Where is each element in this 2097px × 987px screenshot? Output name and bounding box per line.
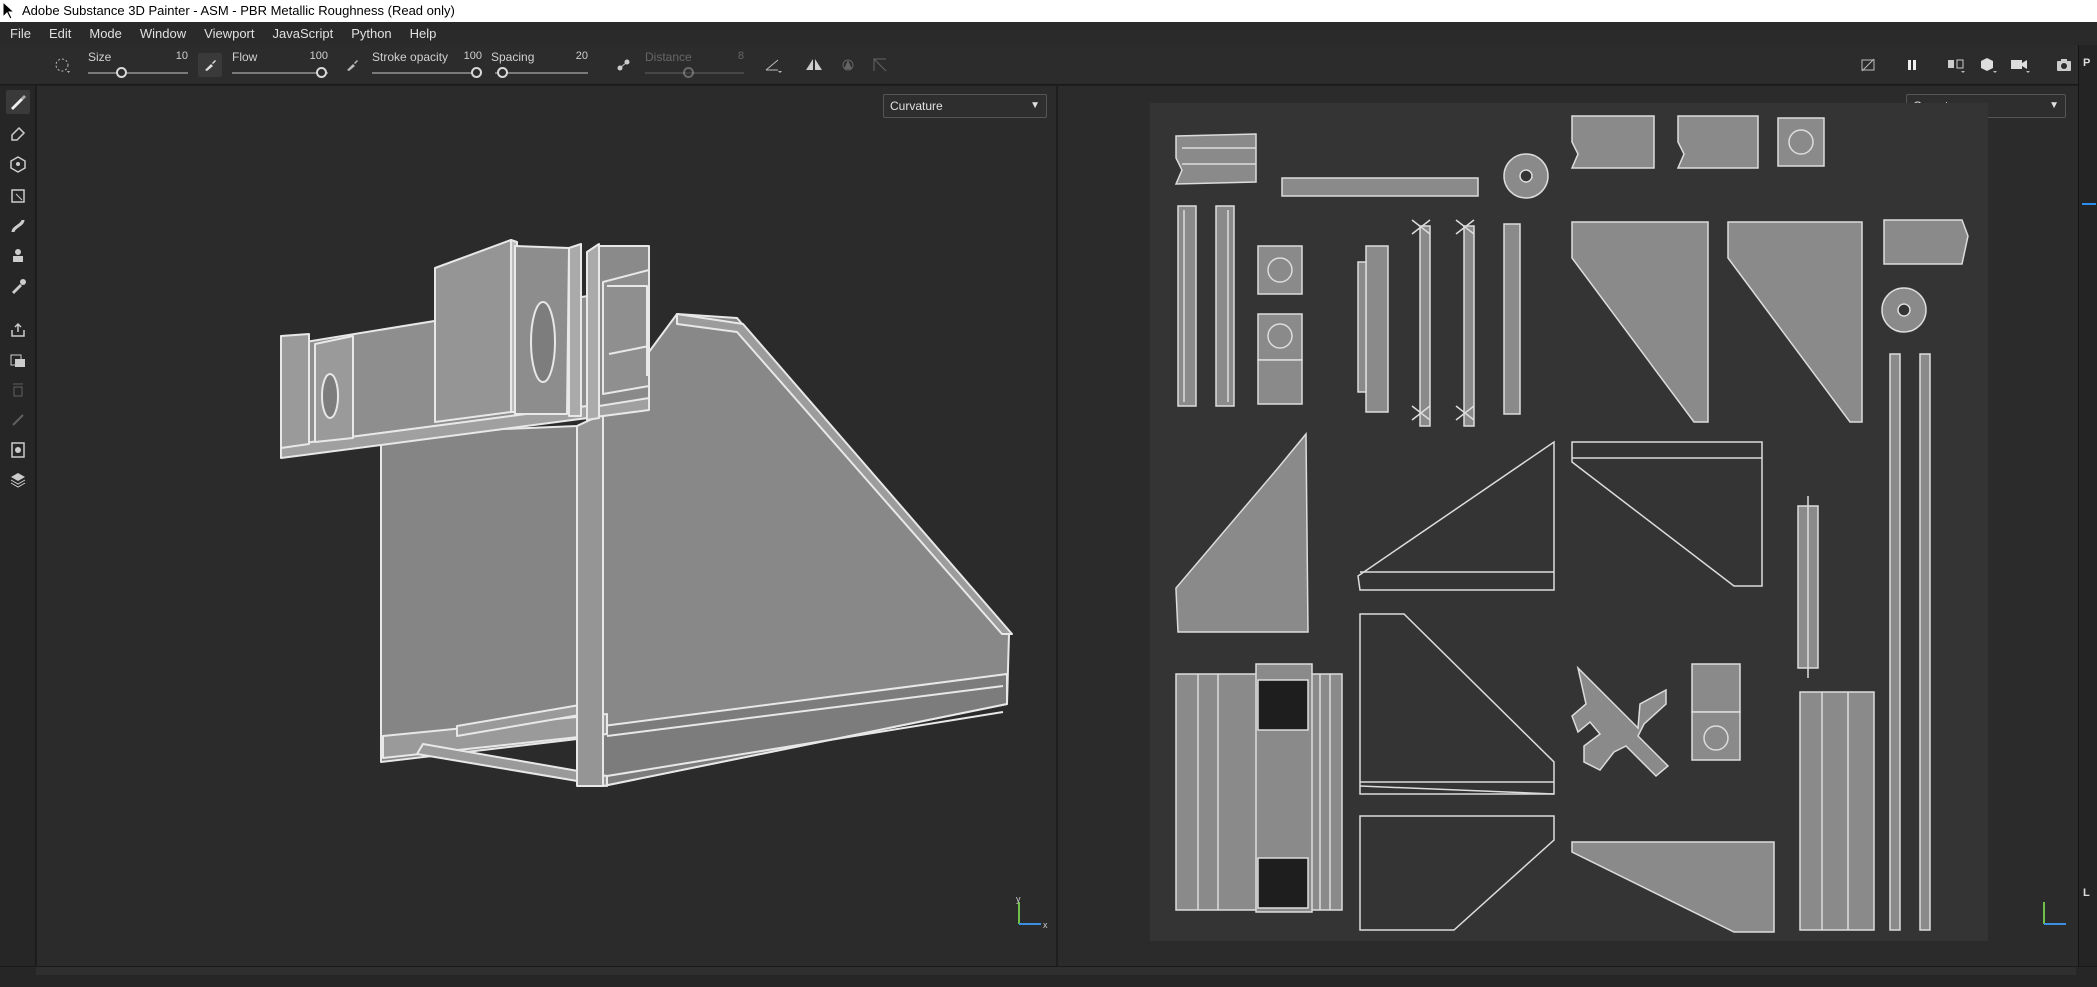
stroke-opacity-slider[interactable] — [372, 72, 482, 74]
radial-symmetry-icon — [836, 53, 860, 77]
brush-shape-icon[interactable] — [50, 53, 74, 77]
size-slider-knob[interactable] — [116, 67, 127, 78]
menu-python[interactable]: Python — [341, 26, 399, 41]
menu-help[interactable]: Help — [400, 26, 445, 41]
layers-stack-icon — [6, 378, 30, 402]
color-picker-icon[interactable] — [6, 274, 30, 298]
size-label: Size — [88, 50, 112, 64]
stroke-opacity-label: Stroke opacity — [372, 50, 449, 64]
opacity-pressure-icon[interactable] — [340, 53, 364, 77]
tool-properties-bar: Size 10 Flow 100 Stroke opacity 100 Spac… — [0, 45, 2097, 85]
texture-set-icon[interactable] — [6, 348, 30, 372]
spacing-slider-knob[interactable] — [497, 67, 508, 78]
camera-icon[interactable] — [2008, 53, 2032, 77]
mesh-3d-render — [280, 239, 1013, 787]
tools-sidebar — [0, 86, 36, 966]
flow-value[interactable]: 100 — [300, 50, 328, 62]
stroke-opacity-slider-knob[interactable] — [471, 67, 482, 78]
flow-pressure-icon[interactable] — [198, 53, 222, 77]
screenshot-icon[interactable] — [2052, 53, 2076, 77]
viewport-3d[interactable]: Curvature ▼ y x — [37, 86, 1056, 966]
right-panel-label-bottom[interactable]: L — [2083, 887, 2090, 899]
uv-layout — [1150, 103, 1988, 941]
bake-export-icon[interactable] — [6, 318, 30, 342]
menu-window[interactable]: Window — [130, 26, 194, 41]
pause-icon[interactable] — [1900, 53, 1924, 77]
projection-icon[interactable] — [6, 152, 30, 176]
distance-value: 8 — [737, 50, 744, 62]
eraser-icon[interactable] — [6, 120, 30, 144]
spacing-value[interactable]: 20 — [560, 50, 588, 62]
menu-javascript[interactable]: JavaScript — [262, 26, 341, 41]
cube-view-icon[interactable] — [1976, 53, 2000, 77]
horizontal-scrollbar[interactable] — [36, 967, 2076, 975]
angle-icon[interactable] — [762, 53, 786, 77]
lazy-mouse-icon[interactable] — [612, 53, 636, 77]
display-settings-icon[interactable] — [6, 468, 30, 492]
size-value[interactable]: 10 — [160, 50, 188, 62]
spacing-slider[interactable] — [495, 72, 588, 74]
history-icon — [6, 408, 30, 432]
axis-gizmo-3d: y x — [1016, 896, 1048, 930]
symmetry-icon[interactable] — [1944, 53, 1968, 77]
axis-gizmo-2d — [2043, 902, 2066, 925]
spacing-label: Spacing — [491, 50, 535, 64]
menu-mode[interactable]: Mode — [79, 26, 130, 41]
stroke-opacity-value[interactable]: 100 — [452, 50, 482, 62]
axis-y-label: y — [1016, 896, 1021, 904]
right-panel-edge[interactable]: P L — [2078, 45, 2097, 966]
window-titlebar: Adobe Substance 3D Painter - ASM - PBR M… — [0, 0, 2097, 22]
smudge-icon[interactable] — [6, 214, 30, 238]
clone-icon[interactable] — [6, 244, 30, 268]
menu-file[interactable]: File — [0, 26, 39, 41]
brush-icon[interactable] — [6, 90, 30, 114]
distance-slider-knob — [683, 67, 694, 78]
flow-label: Flow — [232, 50, 258, 64]
polygon-fill-icon[interactable] — [6, 184, 30, 208]
menu-bar: File Edit Mode Window Viewport JavaScrip… — [0, 22, 2097, 45]
menu-edit[interactable]: Edit — [39, 26, 79, 41]
panel-accent-line — [2082, 203, 2096, 205]
axis-x-label: x — [1043, 920, 1048, 930]
size-slider[interactable] — [88, 72, 188, 74]
menu-viewport[interactable]: Viewport — [194, 26, 262, 41]
mouse-cursor-icon — [2, 1, 16, 20]
distance-slider — [645, 72, 744, 74]
window-title: Adobe Substance 3D Painter - ASM - PBR M… — [22, 3, 455, 18]
distance-label: Distance — [645, 50, 692, 64]
mirror-symmetry-icon[interactable] — [802, 53, 826, 77]
properties-icon[interactable] — [6, 438, 30, 462]
viewport-2d[interactable]: Curvature ▼ — [1058, 86, 2078, 966]
flow-slider-knob[interactable] — [316, 67, 327, 78]
flow-slider[interactable] — [232, 72, 328, 74]
status-bar — [0, 966, 2097, 987]
hide-ui-icon[interactable] — [1856, 53, 1880, 77]
right-panel-label-top[interactable]: P — [2083, 57, 2090, 69]
transform-icon — [868, 53, 892, 77]
